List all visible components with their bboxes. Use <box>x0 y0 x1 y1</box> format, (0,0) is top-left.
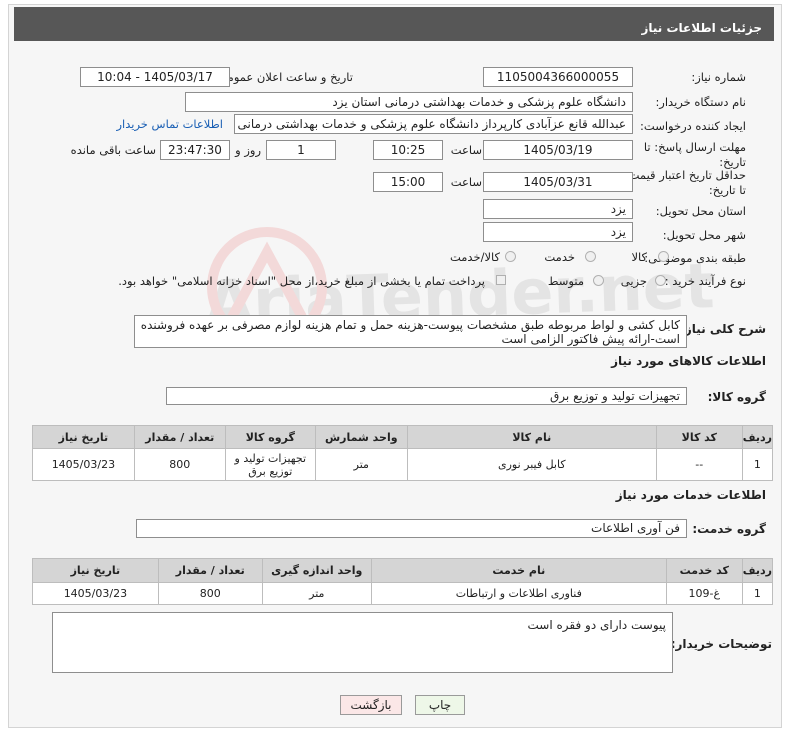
goods-cell-quantity: 800 <box>133 448 226 481</box>
announce-label: تاریخ و ساعت اعلان عمومی: <box>214 70 353 84</box>
services-col-code: کد خدمت <box>665 558 743 583</box>
table-row: 1 -- کابل فیبر نوری متر تجهیزات تولید و … <box>32 448 774 481</box>
services-cell-unit: متر <box>261 582 372 605</box>
goods-col-date: تاریخ نیاز <box>32 425 135 449</box>
process-minor-radio[interactable] <box>655 275 666 286</box>
goods-col-unit: واحد شمارش <box>314 425 408 449</box>
process-label: نوع فرآیند خرید : <box>664 274 746 288</box>
goods-col-quantity: تعداد / مقدار <box>133 425 226 449</box>
goods-table: ردیف کد کالا نام کالا واحد شمارش گروه کا… <box>32 425 774 481</box>
services-col-quantity: تعداد / مقدار <box>157 558 263 583</box>
services-section-title: اطلاعات خدمات مورد نیاز <box>615 488 766 502</box>
category-goods-label: کالا <box>631 250 647 264</box>
min-validity-label: حداقل تاریخ اعتبار قیمت: تا تاریخ: <box>624 168 746 197</box>
goods-col-name: نام کالا <box>406 425 657 449</box>
category-goods-service-label: کالا/خدمت <box>449 250 500 264</box>
category-service-label: خدمت <box>544 250 575 264</box>
category-goods-radio[interactable] <box>658 251 669 262</box>
table-row: 1 غ-109 فناوری اطلاعات و ارتباطات متر 80… <box>32 582 774 605</box>
services-col-date: تاریخ نیاز <box>32 558 159 583</box>
remaining-time-field: 23:47:30 <box>160 140 230 160</box>
goods-group-field: تجهیزات تولید و توزیع برق <box>166 387 687 405</box>
category-service-radio[interactable] <box>585 251 596 262</box>
city-label: شهر محل تحویل: <box>662 228 746 242</box>
announce-datetime-field: 1405/03/17 - 10:04 <box>80 67 230 87</box>
goods-col-code: کد کالا <box>655 425 743 449</box>
creator-label: ایجاد کننده درخواست: <box>640 119 746 133</box>
process-minor-label: جزیی <box>620 274 647 288</box>
services-col-name: نام خدمت <box>370 558 667 583</box>
services-col-unit: واحد اندازه گیری <box>261 558 372 583</box>
goods-cell-group: تجهیزات تولید و توزیع برق <box>224 448 316 481</box>
goods-group-label: گروه کالا: <box>707 390 766 404</box>
days-field: 1 <box>266 140 336 160</box>
services-table: ردیف کد خدمت نام خدمت واحد اندازه گیری ت… <box>32 558 774 605</box>
services-group-field: فن آوری اطلاعات <box>136 519 687 538</box>
services-col-row: ردیف <box>741 558 774 583</box>
goods-col-group: گروه کالا <box>224 425 316 449</box>
description-text: کابل کشی و لواط مربوطه طبق مشخصات پیوست-… <box>140 318 680 346</box>
goods-cell-date: 1405/03/23 <box>32 448 135 481</box>
goods-cell-unit: متر <box>314 448 408 481</box>
buyer-contact-link[interactable]: اطلاعات تماس خریدار <box>116 117 223 131</box>
treasury-payment-checkbox[interactable] <box>496 275 506 285</box>
services-group-label: گروه خدمت: <box>692 522 766 536</box>
process-medium-label: متوسط <box>547 274 584 288</box>
city-field: یزد <box>483 222 633 242</box>
description-field: کابل کشی و لواط مربوطه طبق مشخصات پیوست-… <box>134 315 687 348</box>
min-validity-date-field: 1405/03/31 <box>483 172 633 192</box>
need-number-field: 1105004366000055 <box>483 67 633 87</box>
services-cell-date: 1405/03/23 <box>32 582 159 605</box>
buyer-notes-label: توضیحات خریدار: <box>670 637 772 651</box>
goods-col-row: ردیف <box>741 425 774 449</box>
category-goods-service-radio[interactable] <box>505 251 516 262</box>
goods-cell-row: 1 <box>741 448 774 481</box>
deadline-date-field: 1405/03/19 <box>483 140 633 160</box>
services-cell-name: فناوری اطلاعات و ارتباطات <box>370 582 667 605</box>
goods-cell-name: کابل فیبر نوری <box>406 448 657 481</box>
treasury-payment-note: پرداخت تمام یا بخشی از مبلغ خرید،از محل … <box>118 274 485 288</box>
buyer-notes-text: پیوست دارای دو فقره است <box>527 618 666 632</box>
creator-field: عبدالله قانع عزآبادی کارپرداز دانشگاه عل… <box>234 114 633 134</box>
goods-section-title: اطلاعات کالاهای مورد نیاز <box>611 354 766 368</box>
services-cell-quantity: 800 <box>157 582 263 605</box>
services-cell-row: 1 <box>741 582 774 605</box>
page-title: جزئیات اطلاعات نیاز <box>14 7 774 41</box>
deadline-time-label: ساعت <box>450 143 482 157</box>
goods-cell-code: -- <box>655 448 743 481</box>
min-validity-time-label: ساعت <box>450 175 482 189</box>
deadline-label: مهلت ارسال پاسخ: تا تاریخ: <box>643 140 746 169</box>
back-button[interactable]: بازگشت <box>340 695 402 715</box>
services-cell-code: غ-109 <box>665 582 743 605</box>
need-number-label: شماره نیاز: <box>691 70 746 84</box>
print-button[interactable]: چاپ <box>415 695 465 715</box>
process-medium-radio[interactable] <box>593 275 604 286</box>
remaining-label: ساعت باقی مانده <box>70 143 156 157</box>
province-label: استان محل تحویل: <box>655 204 746 218</box>
days-label: روز و <box>235 143 261 157</box>
buyer-org-field: دانشگاه علوم پزشکی و خدمات بهداشتی درمان… <box>185 92 633 112</box>
min-validity-time-field: 15:00 <box>373 172 443 192</box>
buyer-notes-field: پیوست دارای دو فقره است <box>52 612 673 673</box>
province-field: یزد <box>483 199 633 219</box>
buyer-org-label: نام دستگاه خریدار: <box>655 95 746 109</box>
deadline-time-field: 10:25 <box>373 140 443 160</box>
description-label: شرح کلی نیاز: <box>680 322 766 336</box>
